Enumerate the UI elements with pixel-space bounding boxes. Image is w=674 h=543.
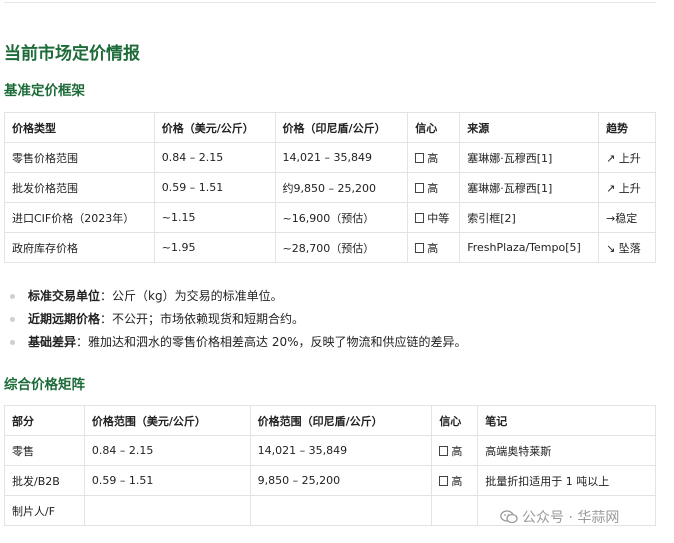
cell-trend: ↗ 上升 [598, 172, 656, 203]
benchmark-pricing-table: 价格类型 价格（美元/公斤） 价格（印尼盾/公斤） 信心 来源 趋势 零售价格范… [4, 112, 656, 263]
table-row: 零售价格范围 0.84 – 2.15 14,021 – 35,849 高 塞琳娜… [4, 142, 656, 173]
watermark: 公众号 · 华蒜网 [500, 507, 619, 529]
cell-segment: 制片人/F [4, 495, 85, 526]
cell-price-type: 零售价格范围 [4, 142, 155, 173]
bullet-text: ：不公开；市场依赖现货和短期合约。 [100, 312, 305, 326]
column-header: 价格（美元/公斤） [153, 112, 276, 143]
cell-confidence: 中等 [407, 202, 461, 233]
column-header: 信心 [407, 112, 461, 143]
cell-note: 批量折扣适用于 1 吨以上 [477, 465, 656, 496]
top-divider [4, 2, 656, 3]
confidence-label: 中等 [427, 211, 450, 225]
cell-price-type: 批发价格范围 [4, 172, 155, 203]
section-heading-benchmark: 基准定价框架 [4, 83, 85, 99]
checkbox-icon [415, 152, 425, 163]
cell-price-usd: ~1.15 [153, 202, 276, 233]
watermark-text: 公众号 · 华蒜网 [522, 510, 620, 526]
cell-price-usd: ~1.95 [153, 232, 276, 263]
column-header: 价格范围（印尼盾/公斤） [249, 405, 433, 436]
section-heading-matrix: 综合价格矩阵 [4, 377, 85, 393]
cell-trend: →稳定 [598, 202, 656, 233]
column-header: 价格范围（美元/公斤） [83, 405, 251, 436]
checkbox-icon [439, 445, 449, 456]
table-row: 进口CIF价格（2023年） ~1.15 ~16,900（预估） 中等 索引框[… [4, 202, 656, 233]
column-header: 信心 [431, 405, 479, 436]
cell-source: 塞琳娜·瓦穆西[1] [459, 172, 600, 203]
table-row: 零售 0.84 – 2.15 14,021 – 35,849 高 高端奥特莱斯 [4, 435, 656, 466]
cell-price-type: 进口CIF价格（2023年） [4, 202, 155, 233]
column-header: 价格类型 [4, 112, 155, 143]
column-header: 趋势 [598, 112, 656, 143]
cell-price-usd: 0.84 – 2.15 [153, 142, 276, 173]
bullet-icon [10, 340, 15, 345]
cell-price-idr: ~16,900（预估） [274, 202, 409, 233]
table-row: 批发价格范围 0.59 – 1.51 约9,850 – 25,200 高 塞琳娜… [4, 172, 656, 203]
cell-price-idr: 9,850 – 25,200 [249, 465, 433, 496]
cell-source: FreshPlaza/Tempo[5] [459, 232, 600, 263]
column-header: 部分 [4, 405, 85, 436]
document-page: 当前市场定价情报 基准定价框架 价格类型 价格（美元/公斤） 价格（印尼盾/公斤… [0, 0, 674, 543]
cell-price-type: 政府库存价格 [4, 232, 155, 263]
cell-price-usd: 0.59 – 1.51 [153, 172, 276, 203]
bullet-icon [10, 294, 15, 299]
cell-price-idr: 14,021 – 35,849 [274, 142, 409, 173]
cell-note: 高端奥特莱斯 [477, 435, 656, 466]
list-item: 标准交易单位：公斤（kg）为交易的标准单位。 [4, 285, 467, 308]
confidence-label: 高 [451, 444, 463, 458]
page-heading: 当前市场定价情报 [4, 44, 140, 64]
table-header-row: 部分 价格范围（美元/公斤） 价格范围（印尼盾/公斤） 信心 笔记 [4, 405, 656, 436]
cell-price-usd: 0.84 – 2.15 [83, 435, 251, 466]
cell-segment: 零售 [4, 435, 85, 466]
confidence-label: 高 [451, 474, 463, 488]
bullet-label: 近期远期价格 [28, 312, 101, 326]
cell-confidence: 高 [431, 435, 479, 466]
column-header: 笔记 [477, 405, 656, 436]
bullet-label: 基础差异 [28, 335, 77, 349]
bullet-label: 标准交易单位 [28, 289, 101, 303]
bullet-icon [10, 317, 15, 322]
cell-source: 塞琳娜·瓦穆西[1] [459, 142, 600, 173]
notes-list: 标准交易单位：公斤（kg）为交易的标准单位。 近期远期价格：不公开；市场依赖现货… [4, 285, 467, 354]
cell-price-usd [83, 495, 251, 526]
cell-confidence: 高 [407, 172, 461, 203]
cell-confidence: 高 [431, 465, 479, 496]
cell-price-idr: ~28,700（预估） [274, 232, 409, 263]
checkbox-icon [415, 212, 425, 223]
checkbox-icon [439, 475, 449, 486]
bullet-text: ：雅加达和泗水的零售价格相差高达 20%，反映了物流和供应链的差异。 [76, 335, 467, 349]
cell-price-idr [249, 495, 433, 526]
cell-price-usd: 0.59 – 1.51 [83, 465, 251, 496]
checkbox-icon [415, 242, 425, 253]
cell-price-idr: 约9,850 – 25,200 [274, 172, 409, 203]
cell-trend: ↘ 坠落 [598, 232, 656, 263]
cell-trend: ↗ 上升 [598, 142, 656, 173]
cell-segment: 批发/B2B [4, 465, 85, 496]
column-header: 来源 [459, 112, 600, 143]
list-item: 近期远期价格：不公开；市场依赖现货和短期合约。 [4, 308, 467, 331]
cell-confidence: 高 [407, 232, 461, 263]
table-row: 政府库存价格 ~1.95 ~28,700（预估） 高 FreshPlaza/Te… [4, 232, 656, 263]
list-item: 基础差异：雅加达和泗水的零售价格相差高达 20%，反映了物流和供应链的差异。 [4, 331, 467, 354]
confidence-label: 高 [427, 241, 439, 255]
checkbox-icon [415, 182, 425, 193]
table-row: 批发/B2B 0.59 – 1.51 9,850 – 25,200 高 批量折扣… [4, 465, 656, 496]
wechat-icon [500, 510, 518, 524]
bullet-text: ：公斤（kg）为交易的标准单位。 [100, 289, 283, 303]
cell-confidence [431, 495, 479, 526]
confidence-label: 高 [427, 151, 439, 165]
table-header-row: 价格类型 价格（美元/公斤） 价格（印尼盾/公斤） 信心 来源 趋势 [4, 112, 656, 143]
confidence-label: 高 [427, 181, 439, 195]
cell-source: 索引框[2] [459, 202, 600, 233]
column-header: 价格（印尼盾/公斤） [274, 112, 409, 143]
cell-price-idr: 14,021 – 35,849 [249, 435, 433, 466]
cell-confidence: 高 [407, 142, 461, 173]
